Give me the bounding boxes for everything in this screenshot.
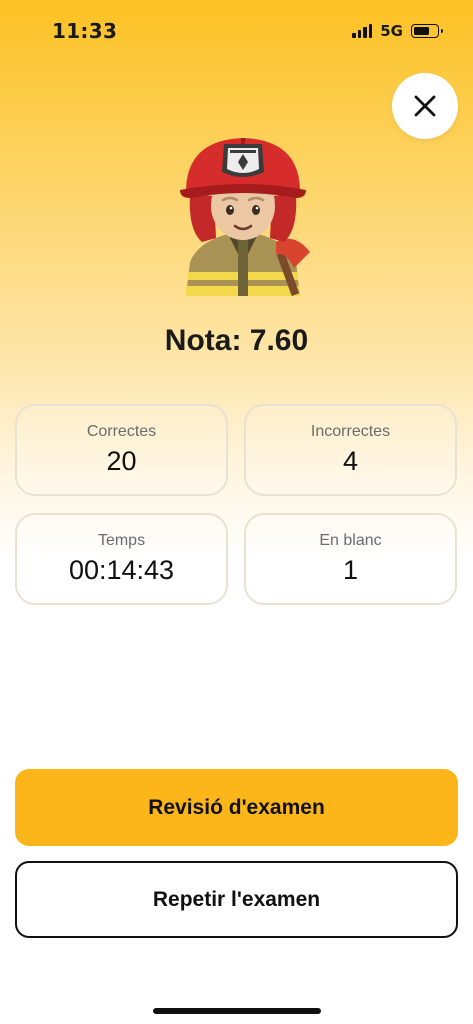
stat-card-correct: Correctes 20 [15, 404, 228, 496]
close-button[interactable] [392, 73, 458, 139]
home-indicator [153, 1008, 321, 1014]
stat-label: Temps [97, 532, 146, 549]
stat-value: 1 [342, 555, 359, 585]
stat-value: 4 [342, 446, 359, 476]
status-indicators: 5G [352, 22, 443, 40]
battery-icon [411, 24, 443, 38]
stat-card-time: Temps 00:14:43 [15, 513, 228, 605]
firefighter-icon [180, 138, 310, 296]
review-exam-button[interactable]: Revisió d'examen [15, 769, 458, 846]
stat-card-blank: En blanc 1 [244, 513, 457, 605]
network-label: 5G [380, 22, 403, 40]
stat-label: En blanc [319, 532, 382, 549]
stat-card-incorrect: Incorrectes 4 [244, 404, 457, 496]
stat-value: 00:14:43 [68, 555, 175, 585]
stat-label: Correctes [86, 423, 157, 440]
stat-value: 20 [106, 446, 137, 476]
grade-text: Nota: 7.60 [164, 324, 309, 357]
status-bar: 11:33 5G [0, 0, 473, 64]
status-time: 11:33 [52, 19, 118, 43]
repeat-exam-button[interactable]: Repetir l'examen [15, 861, 458, 938]
signal-icon [352, 24, 373, 38]
stat-label: Incorrectes [310, 423, 391, 440]
close-icon [414, 95, 436, 117]
